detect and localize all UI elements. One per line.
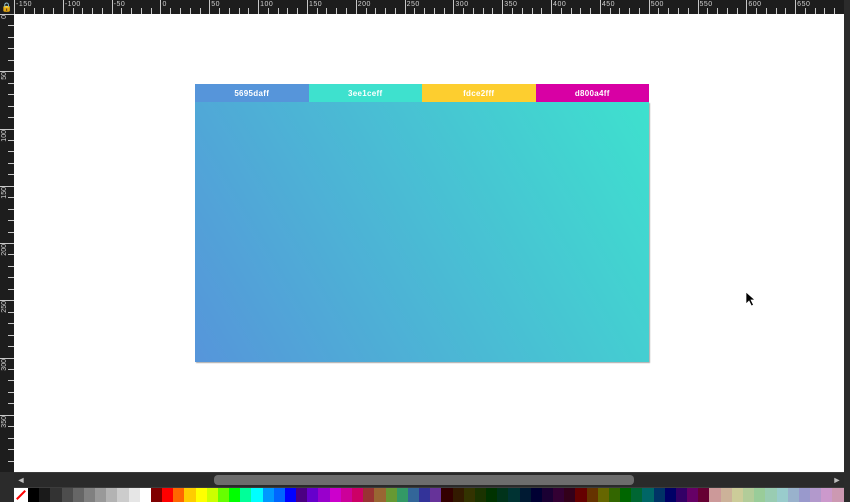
palette-swatch[interactable] — [754, 488, 765, 502]
palette-swatch[interactable] — [95, 488, 106, 502]
palette-swatch[interactable] — [631, 488, 642, 502]
palette-swatch[interactable] — [39, 488, 50, 502]
palette-swatch[interactable] — [386, 488, 397, 502]
palette-swatch[interactable] — [62, 488, 73, 502]
palette-swatch[interactable] — [553, 488, 564, 502]
palette-swatch[interactable] — [129, 488, 140, 502]
palette-swatch[interactable] — [620, 488, 631, 502]
palette-swatch[interactable] — [542, 488, 553, 502]
scroll-thumb[interactable] — [214, 475, 634, 485]
palette-swatch[interactable] — [307, 488, 318, 502]
palette-swatch[interactable] — [453, 488, 464, 502]
palette-swatch[interactable] — [609, 488, 620, 502]
swatch-row: 5695daff 3ee1ceff fdce2fff d800a4ff — [195, 84, 649, 102]
palette-swatch[interactable] — [341, 488, 352, 502]
palette-swatch[interactable] — [330, 488, 341, 502]
palette-swatch[interactable] — [821, 488, 832, 502]
horizontal-ruler[interactable]: -150-100-5005010015020025030035040045050… — [14, 0, 844, 15]
palette-swatch[interactable] — [464, 488, 475, 502]
palette-swatch[interactable] — [285, 488, 296, 502]
palette-swatch[interactable] — [721, 488, 732, 502]
palette-swatch[interactable] — [296, 488, 307, 502]
palette-swatch[interactable] — [732, 488, 743, 502]
palette-swatch[interactable] — [788, 488, 799, 502]
palette-swatch[interactable] — [497, 488, 508, 502]
scroll-right-icon[interactable]: ► — [830, 473, 844, 487]
palette-swatch[interactable] — [363, 488, 374, 502]
palette-swatch[interactable] — [598, 488, 609, 502]
gradient-rectangle[interactable] — [195, 102, 649, 362]
swatch-label: d800a4ff — [575, 89, 610, 98]
right-gutter — [844, 0, 850, 502]
palette-swatch[interactable] — [575, 488, 586, 502]
palette-swatch[interactable] — [564, 488, 575, 502]
palette-swatch[interactable] — [50, 488, 61, 502]
color-swatch[interactable]: d800a4ff — [536, 84, 650, 102]
color-swatch[interactable]: 3ee1ceff — [309, 84, 423, 102]
color-swatch[interactable]: fdce2fff — [422, 84, 536, 102]
palette-swatch[interactable] — [698, 488, 709, 502]
palette-swatch[interactable] — [765, 488, 776, 502]
palette-swatch[interactable] — [676, 488, 687, 502]
palette-swatch[interactable] — [318, 488, 329, 502]
palette-swatch[interactable] — [520, 488, 531, 502]
palette-swatch[interactable] — [140, 488, 151, 502]
palette-swatch[interactable] — [743, 488, 754, 502]
palette-swatch[interactable] — [777, 488, 788, 502]
palette-swatch[interactable] — [397, 488, 408, 502]
palette-swatch[interactable] — [486, 488, 497, 502]
palette-swatch[interactable] — [430, 488, 441, 502]
palette-swatch[interactable] — [810, 488, 821, 502]
palette-swatch[interactable] — [151, 488, 162, 502]
palette-swatch[interactable] — [709, 488, 720, 502]
palette-swatch[interactable] — [207, 488, 218, 502]
palette-swatch[interactable] — [352, 488, 363, 502]
editor-window: 🔒 -150-100-50050100150200250300350400450… — [0, 0, 850, 502]
palette-swatch[interactable] — [274, 488, 285, 502]
swatch-label: fdce2fff — [463, 89, 494, 98]
palette-swatch[interactable] — [687, 488, 698, 502]
artwork-group[interactable]: 5695daff 3ee1ceff fdce2fff d800a4ff — [195, 84, 649, 362]
palette-swatch[interactable] — [251, 488, 262, 502]
palette-swatch[interactable] — [799, 488, 810, 502]
swatch-label: 3ee1ceff — [348, 89, 382, 98]
palette-swatch[interactable] — [184, 488, 195, 502]
palette-swatch[interactable] — [28, 488, 39, 502]
palette-swatch[interactable] — [587, 488, 598, 502]
palette-swatch[interactable] — [240, 488, 251, 502]
palette-swatch[interactable] — [441, 488, 452, 502]
palette-swatch[interactable] — [73, 488, 84, 502]
ruler-lock-icon[interactable]: 🔒 — [0, 0, 15, 15]
color-palette[interactable] — [14, 488, 844, 502]
palette-swatch[interactable] — [508, 488, 519, 502]
swatch-label: 5695daff — [234, 89, 269, 98]
palette-swatch[interactable] — [665, 488, 676, 502]
canvas[interactable]: 5695daff 3ee1ceff fdce2fff d800a4ff — [14, 14, 844, 472]
palette-swatch[interactable] — [642, 488, 653, 502]
palette-swatch[interactable] — [654, 488, 665, 502]
color-swatch[interactable]: 5695daff — [195, 84, 309, 102]
no-fill-swatch[interactable] — [14, 488, 28, 502]
mouse-cursor-icon — [746, 292, 758, 308]
palette-swatch[interactable] — [263, 488, 274, 502]
palette-swatch[interactable] — [229, 488, 240, 502]
palette-swatch[interactable] — [475, 488, 486, 502]
palette-swatch[interactable] — [531, 488, 542, 502]
scroll-left-icon[interactable]: ◄ — [14, 473, 28, 487]
palette-swatch[interactable] — [173, 488, 184, 502]
palette-swatch[interactable] — [162, 488, 173, 502]
palette-swatch[interactable] — [374, 488, 385, 502]
palette-swatch[interactable] — [832, 488, 843, 502]
palette-swatch[interactable] — [84, 488, 95, 502]
palette-swatch[interactable] — [408, 488, 419, 502]
palette-swatch[interactable] — [218, 488, 229, 502]
palette-swatch[interactable] — [196, 488, 207, 502]
horizontal-scrollbar[interactable]: ◄ ► — [14, 472, 844, 488]
palette-swatch[interactable] — [117, 488, 128, 502]
vertical-ruler[interactable]: 050100150200250300350400 — [0, 14, 15, 472]
palette-swatch[interactable] — [419, 488, 430, 502]
palette-swatch[interactable] — [106, 488, 117, 502]
